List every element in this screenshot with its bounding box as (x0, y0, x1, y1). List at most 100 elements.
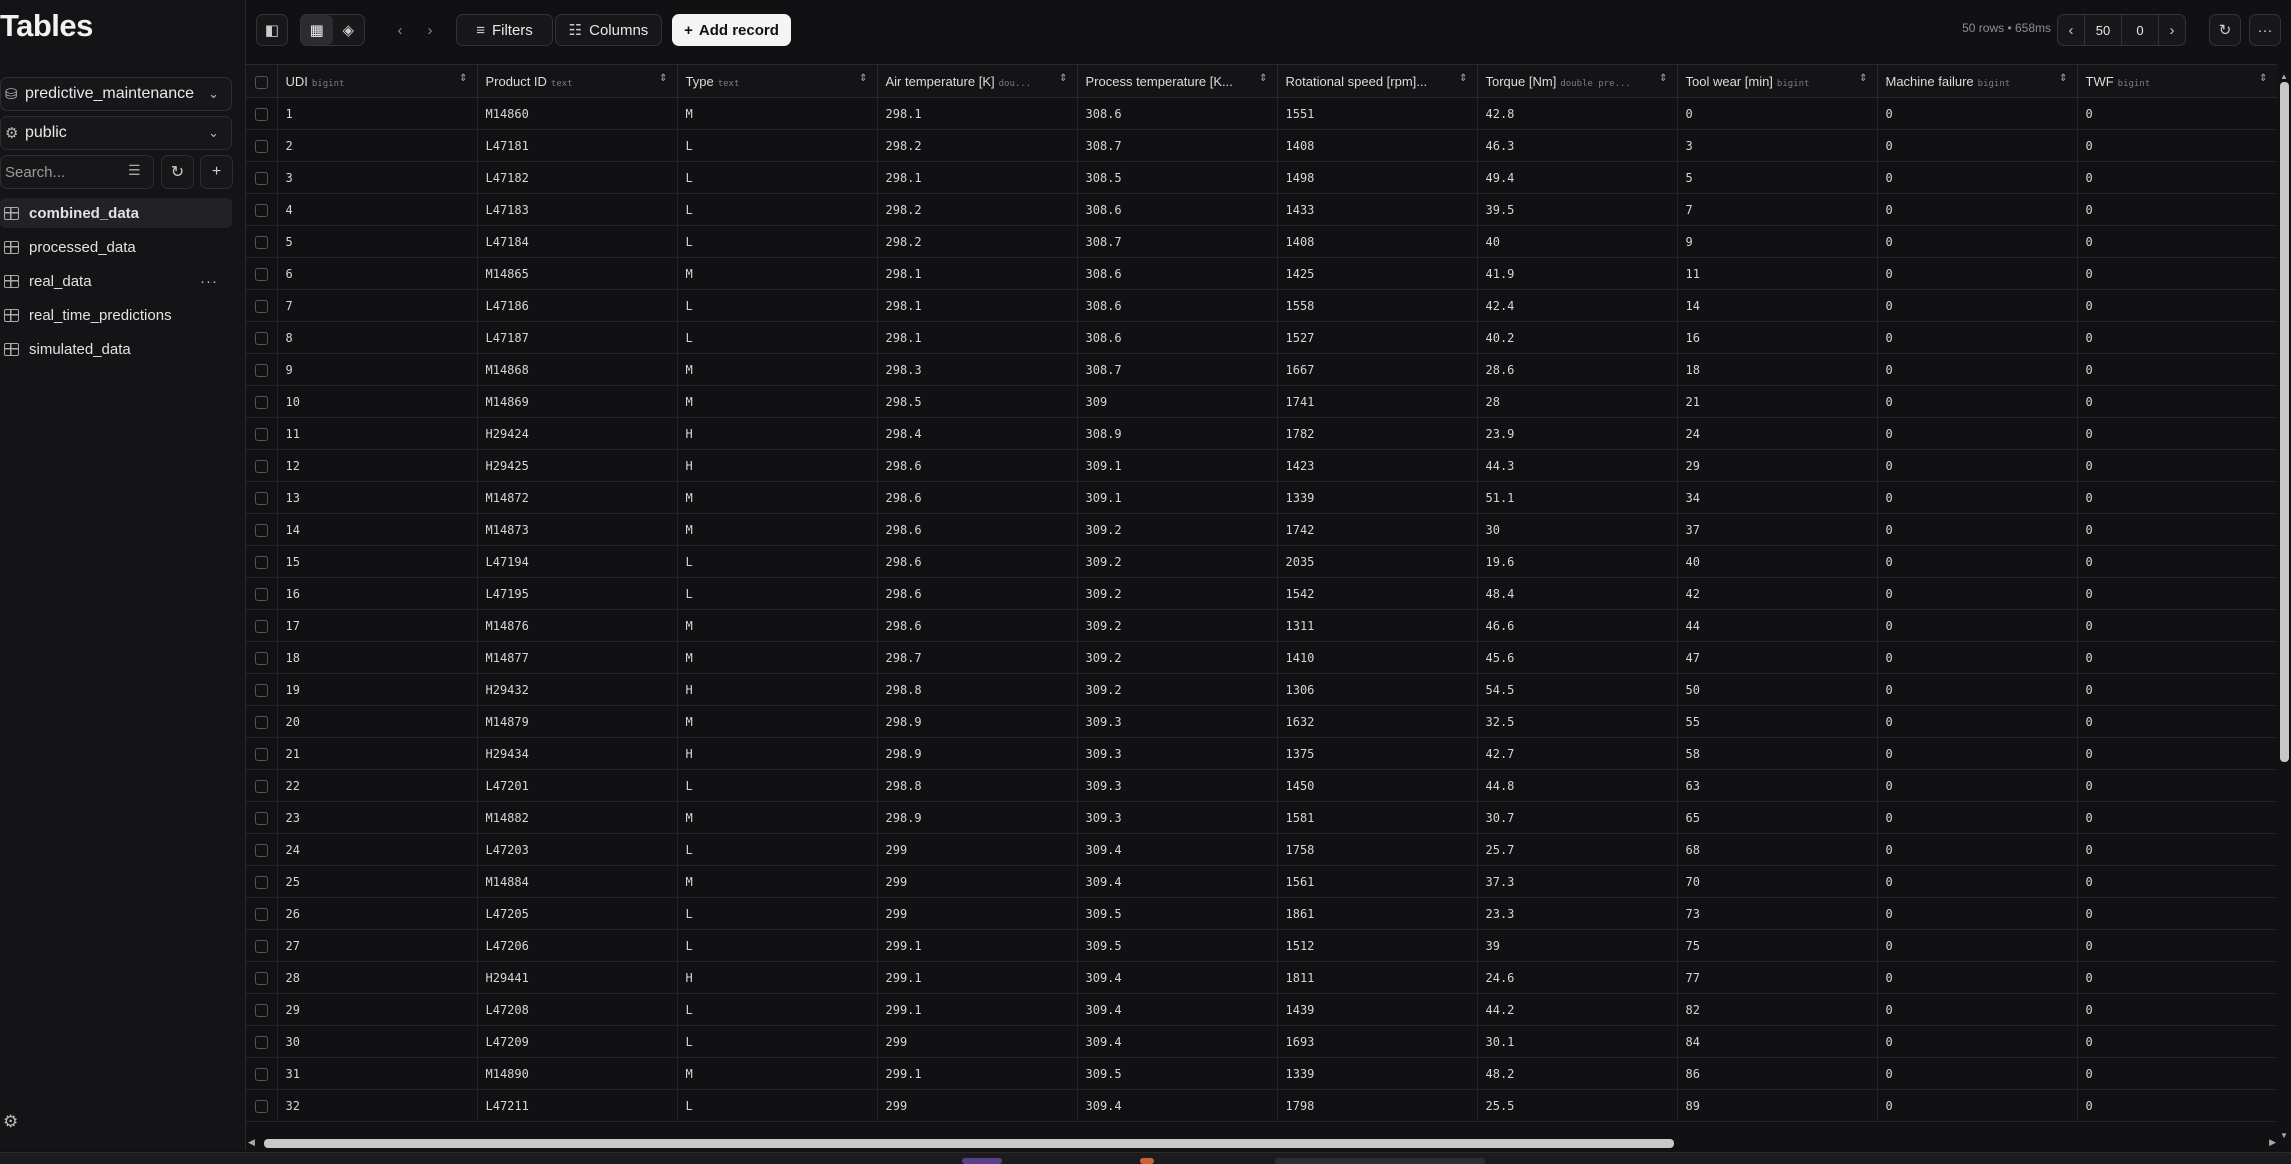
table-row[interactable]: 32 L47211 L 299 309.4 1798 25.5 89 0 0 (246, 1089, 2277, 1122)
table-cell[interactable]: 1375 (1277, 737, 1478, 770)
table-cell[interactable]: 7 (1677, 193, 1878, 226)
row-checkbox-cell[interactable] (246, 129, 278, 162)
table-cell[interactable]: 55 (1677, 705, 1878, 738)
table-cell[interactable]: 298.7 (877, 641, 1078, 674)
table-cell[interactable]: 39.5 (1477, 193, 1678, 226)
table-cell[interactable]: 27 (277, 929, 478, 962)
row-checkbox-cell[interactable] (246, 1089, 278, 1122)
table-cell[interactable]: 8 (277, 321, 478, 354)
column-header[interactable]: Tool wear [min] bigint ⇕ (1677, 64, 1878, 98)
row-checkbox-cell[interactable] (246, 929, 278, 962)
row-checkbox-cell[interactable] (246, 897, 278, 930)
table-cell[interactable]: 11 (277, 417, 478, 450)
add-record-button[interactable]: + Add record (672, 14, 791, 46)
table-row[interactable]: 15 L47194 L 298.6 309.2 2035 19.6 40 0 0 (246, 545, 2277, 578)
filter-icon[interactable]: ☰ (128, 162, 141, 179)
table-cell[interactable]: 68 (1677, 833, 1878, 866)
page-size-input[interactable] (2084, 14, 2122, 46)
table-cell[interactable]: L (677, 193, 878, 226)
table-row[interactable]: 8 L47187 L 298.1 308.6 1527 40.2 16 0 0 (246, 321, 2277, 354)
table-cell[interactable]: M (677, 481, 878, 514)
table-cell[interactable]: 298.3 (877, 353, 1078, 386)
add-table-button[interactable]: + (200, 155, 233, 189)
table-cell[interactable]: 0 (1877, 993, 2078, 1026)
table-cell[interactable]: 37 (1677, 513, 1878, 546)
table-cell[interactable]: 309.5 (1077, 897, 1278, 930)
table-cell[interactable]: 0 (1877, 353, 2078, 386)
table-cell[interactable]: 0 (1877, 929, 2078, 962)
table-cell[interactable]: M14882 (477, 801, 678, 834)
toggle-sidebar-button[interactable]: ◧ (256, 14, 288, 46)
table-cell[interactable]: L (677, 225, 878, 258)
table-cell[interactable]: M (677, 257, 878, 290)
table-cell[interactable]: 0 (1877, 769, 2078, 802)
table-cell[interactable]: 309.2 (1077, 609, 1278, 642)
table-item-real-time-predictions[interactable]: real_time_predictions (0, 300, 232, 330)
table-cell[interactable]: 54.5 (1477, 673, 1678, 706)
more-options-button[interactable]: ··· (2249, 14, 2281, 46)
table-cell[interactable]: M (677, 801, 878, 834)
table-cell[interactable]: 3 (1677, 129, 1878, 162)
table-cell[interactable]: 299 (877, 1089, 1078, 1122)
table-row[interactable]: 4 L47183 L 298.2 308.6 1433 39.5 7 0 0 (246, 193, 2277, 226)
column-header[interactable]: UDI bigint ⇕ (277, 64, 478, 98)
table-cell[interactable]: 309.4 (1077, 865, 1278, 898)
table-cell[interactable]: 309.4 (1077, 993, 1278, 1026)
table-cell[interactable]: 309.4 (1077, 961, 1278, 994)
table-cell[interactable]: 48.2 (1477, 1057, 1678, 1090)
row-checkbox[interactable] (254, 619, 268, 633)
table-cell[interactable]: M (677, 609, 878, 642)
table-cell[interactable]: 31 (277, 1057, 478, 1090)
table-cell[interactable]: 0 (1877, 641, 2078, 674)
table-row[interactable]: 23 M14882 M 298.9 309.3 1581 30.7 65 0 0 (246, 801, 2277, 834)
sort-icon[interactable]: ⇕ (1059, 73, 1067, 84)
row-checkbox[interactable] (254, 459, 268, 473)
table-cell[interactable]: 40 (1477, 225, 1678, 258)
table-cell[interactable]: 298.1 (877, 321, 1078, 354)
row-checkbox[interactable] (254, 779, 268, 793)
table-cell[interactable]: L47205 (477, 897, 678, 930)
table-cell[interactable]: 0 (1877, 737, 2078, 770)
table-cell[interactable]: 0 (1677, 97, 1878, 130)
row-checkbox[interactable] (254, 843, 268, 857)
table-cell[interactable]: 48.4 (1477, 577, 1678, 610)
table-cell[interactable]: 298.9 (877, 705, 1078, 738)
table-cell[interactable]: 0 (2077, 513, 2277, 546)
table-cell[interactable]: H (677, 673, 878, 706)
row-checkbox-cell[interactable] (246, 449, 278, 482)
table-cell[interactable]: 0 (2077, 385, 2277, 418)
row-checkbox[interactable] (254, 427, 268, 441)
table-cell[interactable]: 26 (277, 897, 478, 930)
table-row[interactable]: 24 L47203 L 299 309.4 1758 25.7 68 0 0 (246, 833, 2277, 866)
table-cell[interactable]: L47201 (477, 769, 678, 802)
table-cell[interactable]: L (677, 897, 878, 930)
column-header[interactable]: Process temperature [K... ⇕ (1077, 64, 1278, 98)
table-cell[interactable]: L47181 (477, 129, 678, 162)
table-cell[interactable]: 23 (277, 801, 478, 834)
table-cell[interactable]: 0 (1877, 513, 2078, 546)
row-checkbox[interactable] (254, 395, 268, 409)
table-row[interactable]: 28 H29441 H 299.1 309.4 1811 24.6 77 0 0 (246, 961, 2277, 994)
table-cell[interactable]: 63 (1677, 769, 1878, 802)
table-cell[interactable]: 82 (1677, 993, 1878, 1026)
table-cell[interactable]: L47187 (477, 321, 678, 354)
table-cell[interactable]: 308.7 (1077, 353, 1278, 386)
table-cell[interactable]: 15 (277, 545, 478, 578)
table-cell[interactable]: 0 (1877, 705, 2078, 738)
sort-icon[interactable]: ⇕ (1659, 73, 1667, 84)
table-cell[interactable]: 0 (2077, 449, 2277, 482)
table-cell[interactable]: 46.6 (1477, 609, 1678, 642)
table-cell[interactable]: 39 (1477, 929, 1678, 962)
row-checkbox-cell[interactable] (246, 193, 278, 226)
table-cell[interactable]: 30 (277, 1025, 478, 1058)
table-cell[interactable]: M (677, 865, 878, 898)
row-checkbox[interactable] (254, 171, 268, 185)
table-cell[interactable]: 44.2 (1477, 993, 1678, 1026)
table-cell[interactable]: L (677, 1089, 878, 1122)
table-item-combined-data[interactable]: combined_data (0, 198, 232, 228)
table-cell[interactable]: 77 (1677, 961, 1878, 994)
previous-button[interactable]: ‹ (386, 14, 414, 46)
table-cell[interactable]: 32.5 (1477, 705, 1678, 738)
table-row[interactable]: 18 M14877 M 298.7 309.2 1410 45.6 47 0 0 (246, 641, 2277, 674)
row-checkbox[interactable] (254, 331, 268, 345)
